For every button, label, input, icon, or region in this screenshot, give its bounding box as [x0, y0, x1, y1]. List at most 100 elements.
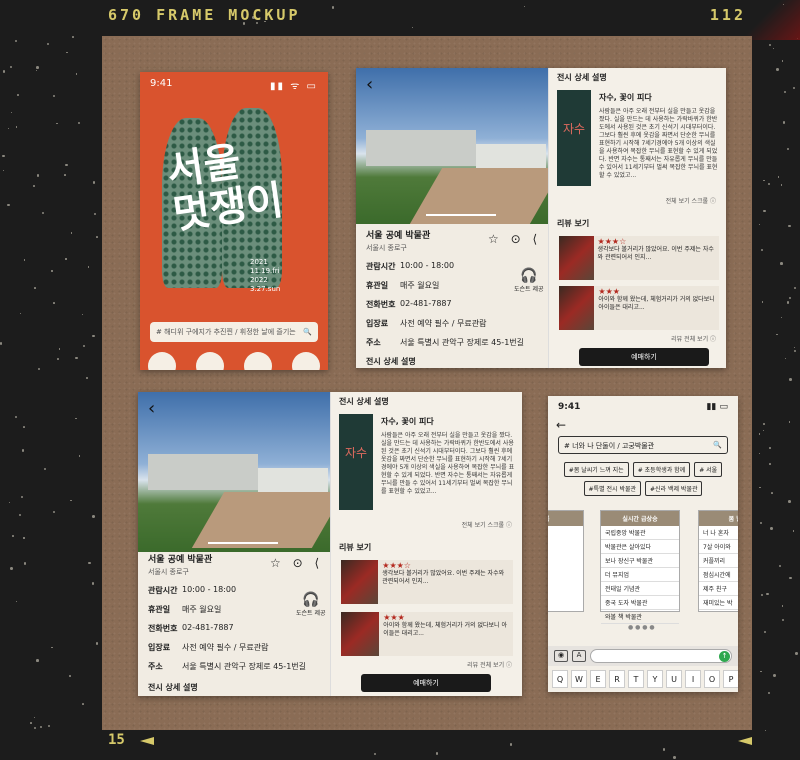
- ranking-card-trending[interactable]: 실시간 급상승 국립중앙 박물관 박물관은 살아있다 보나 장신구 박물관 더 …: [600, 510, 680, 624]
- more-link[interactable]: 전체 보기 스크롤 ⓘ: [666, 196, 716, 205]
- dust-speck: [92, 334, 95, 337]
- ranking-item[interactable]: 7살 아이와: [699, 540, 738, 554]
- tab-ticket[interactable]: [244, 352, 272, 370]
- more-link[interactable]: 전체 보기 스크롤 ⓘ: [462, 520, 512, 529]
- send-icon[interactable]: ↑: [719, 651, 730, 662]
- dust-speck: [8, 502, 10, 504]
- action-icons[interactable]: ☆ ⊙ ⟨: [270, 556, 323, 570]
- review-more-link[interactable]: 리뷰 전체 보기 ⓘ: [467, 660, 512, 669]
- tag-chip[interactable]: #특별 전시 박물관: [583, 481, 641, 496]
- back-icon[interactable]: ←: [548, 418, 738, 432]
- dust-speck: [794, 346, 796, 348]
- frame-corner: [740, 0, 800, 40]
- ranking-item[interactable]: 박물관은 살아있다: [601, 540, 679, 554]
- dust-speck: [39, 726, 42, 729]
- review-photo: [559, 286, 595, 330]
- tag-chip[interactable]: #신라 백제 박물관: [645, 481, 703, 496]
- audio-guide[interactable]: 🎧 도슨트 제공: [514, 268, 544, 293]
- status-bar: 9:41 ▮▮ ▭: [548, 396, 738, 418]
- dust-speck: [780, 184, 783, 186]
- headphones-icon: 🎧: [520, 268, 538, 284]
- dust-speck: [767, 691, 770, 694]
- ranking-item[interactable]: 전태일 기념관: [601, 582, 679, 596]
- review-item[interactable]: ★★★☆ 생각보다 볼거리가 많았어요. 이번 주제는 자수와 관련되어서 인지.…: [341, 560, 513, 604]
- dust-speck: [759, 452, 761, 454]
- key[interactable]: R: [609, 670, 625, 688]
- info-key: 휴관일: [148, 605, 171, 614]
- key[interactable]: I: [685, 670, 701, 688]
- dust-speck: [776, 333, 778, 336]
- dust-speck: [770, 491, 773, 494]
- key[interactable]: E: [590, 670, 606, 688]
- exhibit-section-title: 전시 상세 설명: [339, 397, 389, 406]
- info-key: 관람시간: [366, 262, 396, 271]
- ranking-carousel[interactable]: 기록 실시간 급상승 국립중앙 박물관 박물관은 살아있다 보나 장신구 박물관…: [548, 510, 738, 624]
- dust-speck: [33, 185, 36, 187]
- ranking-item[interactable]: 재미있는 박: [699, 596, 738, 610]
- camera-icon[interactable]: ◉: [554, 650, 568, 662]
- tab-home[interactable]: [148, 352, 176, 370]
- ranking-item[interactable]: 국립중앙 박물관: [601, 526, 679, 540]
- ranking-item[interactable]: 점심시간에: [699, 568, 738, 582]
- ranking-card-records[interactable]: 기록: [548, 510, 584, 612]
- dust-speck: [14, 415, 18, 419]
- ranking-card-spring[interactable]: 봄 날씨 너 나 혼자 7살 아이와 커플끼리 점심시간에 제주 친구 재미있는…: [698, 510, 738, 612]
- ranking-item[interactable]: 너 나 혼자: [699, 526, 738, 540]
- dust-speck: [7, 128, 9, 130]
- poster-search-placeholder: # 해디위 구에지가 추진찐 / 휘정한 날에 즐기는: [156, 328, 296, 336]
- info-value: 매주 월요일: [182, 605, 222, 614]
- dust-speck: [781, 59, 784, 62]
- key[interactable]: T: [628, 670, 644, 688]
- dust-speck: [788, 421, 791, 423]
- review-item[interactable]: ★★★ 아이와 함께 왔는데, 체험거리가 거의 없다보니 아이들은 대리고...: [341, 612, 513, 656]
- key[interactable]: Q: [552, 670, 568, 688]
- search-input[interactable]: # 너와 나 단둘이 / 고궁박물관 🔍: [558, 436, 728, 454]
- ranking-item[interactable]: 중국 도자 박물관: [601, 596, 679, 610]
- review-stars: ★★★: [598, 287, 620, 296]
- action-icons[interactable]: ☆ ⊙ ⟨: [488, 232, 541, 246]
- review-more-link[interactable]: 리뷰 전체 보기 ⓘ: [671, 334, 716, 343]
- appstore-icon[interactable]: A: [572, 650, 586, 662]
- dust-speck: [88, 561, 91, 564]
- tab-profile[interactable]: [292, 352, 320, 370]
- dust-speck: [2, 70, 5, 73]
- review-item[interactable]: ★★★☆ 생각보다 볼거리가 많았어요. 이번 주제는 자수와 관련되어서 인지.…: [559, 236, 719, 280]
- audio-guide[interactable]: 🎧 도슨트 제공: [296, 592, 326, 617]
- key[interactable]: Y: [647, 670, 663, 688]
- search-icon[interactable]: 🔍: [303, 328, 312, 336]
- key[interactable]: U: [666, 670, 682, 688]
- dust-speck: [784, 91, 787, 94]
- ranking-item[interactable]: 더 뮤지엄: [601, 568, 679, 582]
- message-field[interactable]: ↑: [590, 649, 732, 663]
- key[interactable]: O: [704, 670, 720, 688]
- ranking-item[interactable]: 커플끼리: [699, 554, 738, 568]
- venue-photo: ‹: [356, 68, 563, 224]
- tag-chip[interactable]: # 서울: [694, 462, 723, 477]
- dust-speck: [81, 313, 84, 316]
- search-icon[interactable]: 🔍: [713, 441, 722, 449]
- tag-chip[interactable]: #봄 날씨기 느껴 지는: [563, 462, 629, 477]
- back-icon[interactable]: ‹: [148, 398, 155, 419]
- review-photo: [341, 560, 379, 604]
- reserve-button[interactable]: 예매하기: [579, 348, 709, 366]
- dust-speck: [77, 121, 80, 125]
- poster-search-input[interactable]: # 해디위 구에지가 추진찐 / 휘정한 날에 즐기는 🔍: [150, 322, 318, 342]
- ranking-item[interactable]: 와볼 책 박물관: [601, 610, 679, 624]
- back-icon[interactable]: ‹: [366, 74, 373, 95]
- tab-map[interactable]: [196, 352, 224, 370]
- dust-speck: [673, 756, 676, 759]
- dust-speck: [662, 748, 666, 751]
- review-item[interactable]: ★★★ 아이와 함께 왔는데, 체험거리가 거의 없다보니 아이들은 대리고...: [559, 286, 719, 330]
- page-dots: ● ● ● ●: [628, 624, 655, 631]
- book-title: 자수, 꽃이 피다: [599, 93, 652, 102]
- dust-speck: [758, 223, 760, 225]
- dust-speck: [85, 377, 88, 380]
- dust-speck: [15, 126, 18, 128]
- key[interactable]: P: [723, 670, 738, 688]
- reserve-button[interactable]: 예매하기: [361, 674, 491, 692]
- ranking-item[interactable]: 제주 친구: [699, 582, 738, 596]
- poster-dates: 2021 11.19.fri 2022 3.27.sun: [250, 258, 281, 293]
- key[interactable]: W: [571, 670, 587, 688]
- tag-chip[interactable]: # 초등학생과 함께: [632, 462, 691, 477]
- ranking-item[interactable]: 보나 장신구 박물관: [601, 554, 679, 568]
